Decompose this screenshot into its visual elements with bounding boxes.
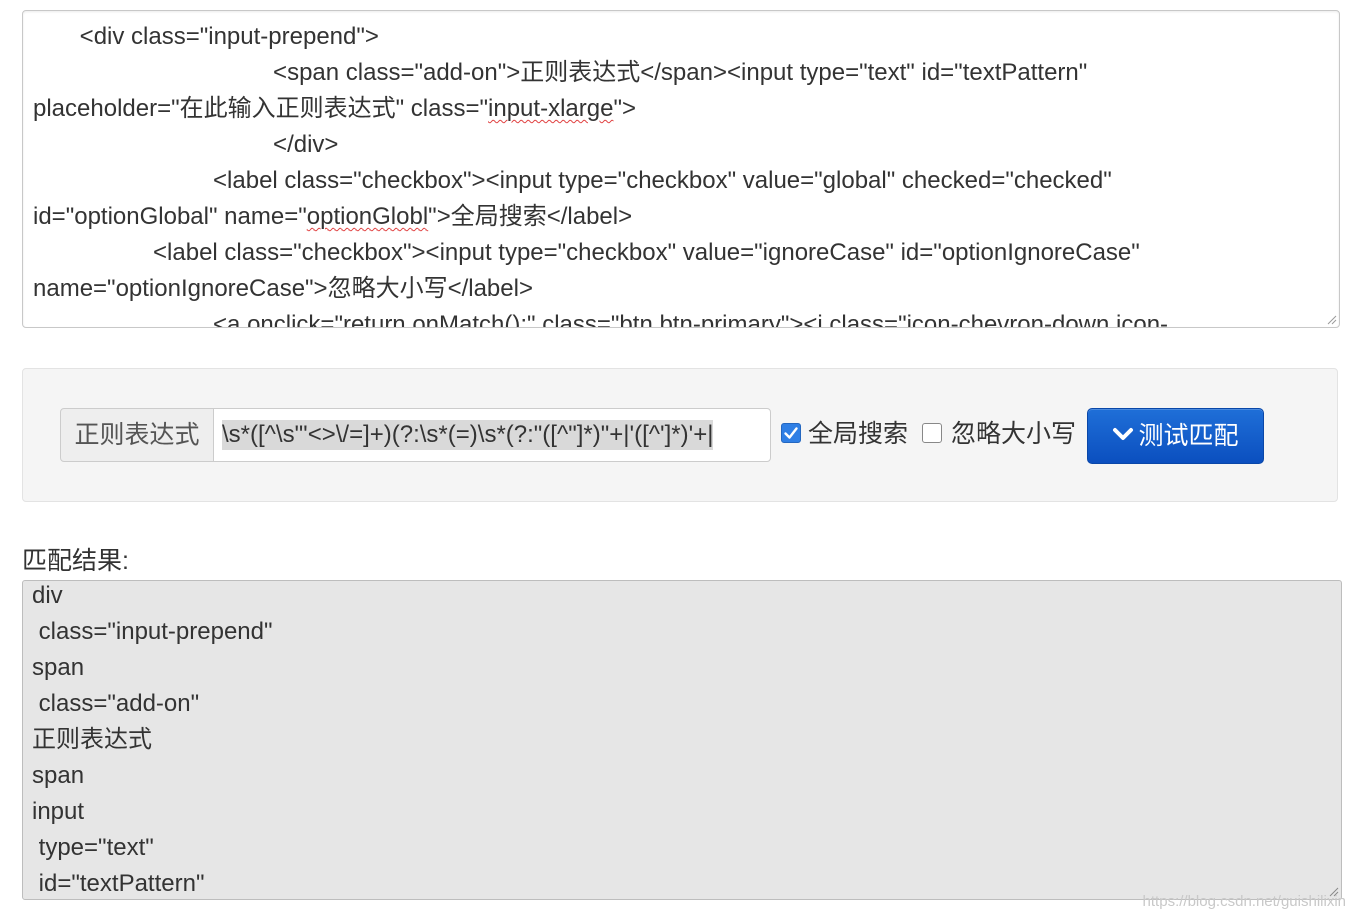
option-global-checkbox[interactable] xyxy=(781,423,801,443)
source-textarea[interactable]: <div class="input-prepend"> <span class=… xyxy=(22,10,1340,328)
option-ignore-case-label[interactable]: 忽略大小写 xyxy=(951,418,1076,450)
test-match-button-label: 测试匹配 xyxy=(1138,422,1239,450)
regex-pattern-value: \s*([^\s"'<>\/=]+)(?:\s*(=)\s*(?:"([^"]*… xyxy=(222,420,714,450)
test-match-button[interactable]: 测试匹配 xyxy=(1087,408,1264,464)
result-line: type="text" xyxy=(32,834,154,861)
misspelled-word: optionGlobl xyxy=(306,203,429,230)
watermark: https://blog.csdn.net/guishilixin xyxy=(1142,893,1346,910)
result-line: class="add-on" xyxy=(32,690,200,717)
option-ignore-case-checkbox[interactable] xyxy=(922,423,942,443)
result-line: input xyxy=(32,798,85,825)
result-title: 匹配结果: xyxy=(22,547,129,575)
misspelled-word: input-xlarge xyxy=(488,95,614,122)
source-line: <span class="add-on">正则表达式</span><input … xyxy=(33,59,1088,86)
result-line: id="textPattern" xyxy=(32,870,205,897)
source-line: name="optionIgnoreCase">忽略大小写</label> xyxy=(33,275,533,302)
source-line: placeholder="在此输入正则表达式" class="input-xla… xyxy=(33,95,636,122)
result-textarea[interactable]: div class="input-prepend" span class="add… xyxy=(22,580,1342,900)
result-line: span xyxy=(32,762,85,789)
regex-pattern-input[interactable]: \s*([^\s"'<>\/=]+)(?:\s*(=)\s*(?:"([^"]*… xyxy=(213,408,771,462)
source-line: </div> xyxy=(33,131,339,158)
regex-addon-label: 正则表达式 xyxy=(60,408,214,462)
source-line: <div class="input-prepend"> xyxy=(33,23,379,50)
resize-grip-icon[interactable] xyxy=(1325,313,1337,325)
source-line: <label class="checkbox"><input type="che… xyxy=(33,167,1112,194)
option-global-label[interactable]: 全局搜索 xyxy=(808,418,908,450)
chevron-down-icon xyxy=(1113,428,1134,441)
result-line: div xyxy=(32,582,63,609)
checkmark-icon xyxy=(784,427,798,439)
result-line: 正则表达式 xyxy=(32,726,152,753)
source-line: <label class="checkbox"><input type="che… xyxy=(33,239,1140,266)
result-line: span xyxy=(32,654,85,681)
source-line: id="optionGlobal" name="optionGlobl">全局搜… xyxy=(33,203,633,230)
result-line: class="input-prepend" xyxy=(32,618,273,645)
source-line: <a onclick="return onMatch();" class="bt… xyxy=(33,311,1169,328)
